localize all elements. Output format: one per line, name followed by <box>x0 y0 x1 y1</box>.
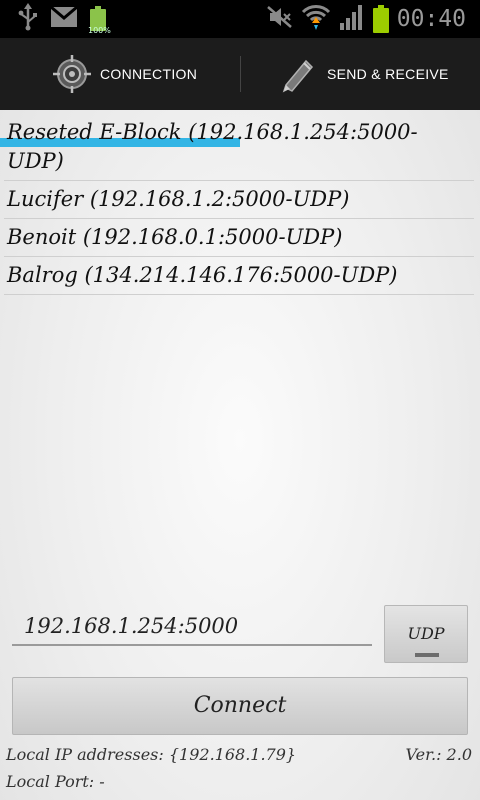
list-item[interactable]: Reseted E-Block (192.168.1.254:5000-UDP) <box>4 114 474 181</box>
signal-icon <box>339 3 365 35</box>
tab-bar: CONNECTION SEND & RECEIVE <box>0 38 480 147</box>
protocol-toggle-button[interactable]: UDP <box>384 605 468 663</box>
status-bar-left: 100% <box>18 3 111 35</box>
mute-icon <box>266 5 293 33</box>
tab-send-receive-label: SEND & RECEIVE <box>327 66 449 82</box>
pencil-icon <box>279 54 319 94</box>
wifi-icon <box>301 3 331 35</box>
battery-full-icon: 100% <box>88 6 111 35</box>
tab-send-receive[interactable]: SEND & RECEIVE <box>241 38 480 110</box>
tab-connection-label: CONNECTION <box>100 66 198 82</box>
toggle-indicator <box>415 653 439 657</box>
protocol-label: UDP <box>407 624 445 643</box>
list-item[interactable]: Lucifer (192.168.1.2:5000-UDP) <box>4 181 474 219</box>
battery-icon <box>372 5 389 33</box>
device-list: Reseted E-Block (192.168.1.254:5000-UDP)… <box>4 114 474 295</box>
status-bar: 100% 00:40 <box>0 0 480 38</box>
list-item[interactable]: Balrog (134.214.146.176:5000-UDP) <box>4 257 474 295</box>
target-icon <box>52 54 92 94</box>
local-port-label: Local Port: - <box>6 772 105 791</box>
connect-button[interactable]: Connect <box>12 677 468 735</box>
version-label: Ver.: 2.0 <box>405 745 472 764</box>
address-input[interactable] <box>12 608 372 646</box>
battery-percent-label: 100% <box>88 26 111 35</box>
gmail-icon <box>50 5 78 32</box>
status-bar-right: 00:40 <box>266 3 466 35</box>
list-item[interactable]: Benoit (192.168.0.1:5000-UDP) <box>4 219 474 257</box>
clock: 00:40 <box>396 6 466 32</box>
local-ip-label: Local IP addresses: {192.168.1.79} <box>6 745 297 764</box>
usb-icon <box>18 3 38 35</box>
tab-connection[interactable]: CONNECTION <box>0 38 240 110</box>
